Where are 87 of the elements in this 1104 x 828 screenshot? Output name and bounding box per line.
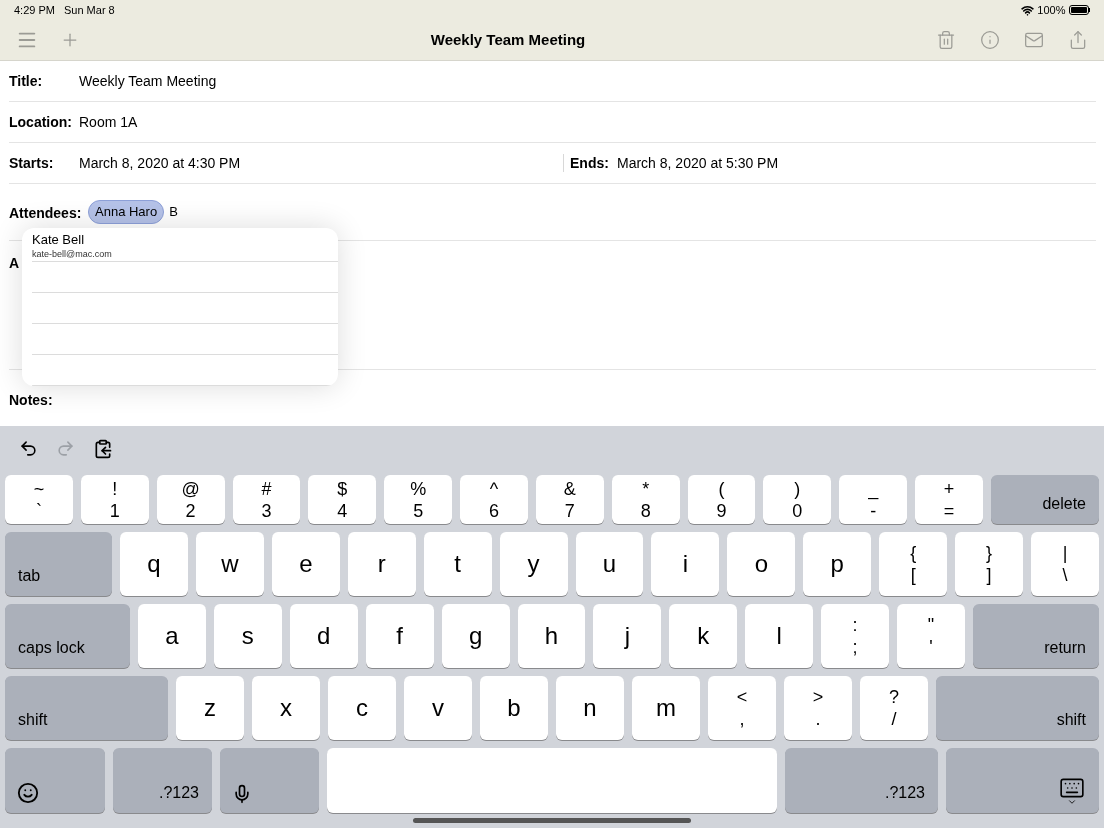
microphone-icon: [232, 784, 252, 804]
keyboard-key[interactable]: b: [480, 676, 548, 740]
smiley-icon: [17, 782, 39, 804]
keyboard-key[interactable]: ) 0: [763, 475, 832, 524]
keyboard-key[interactable]: d: [289, 604, 358, 668]
keyboard-key[interactable]: & 7: [535, 475, 604, 524]
keyboard-key[interactable]: < ,: [708, 676, 776, 740]
keyboard-key[interactable]: $ 4: [308, 475, 377, 524]
keyboard-key[interactable]: * 8: [611, 475, 680, 524]
keyboard-key[interactable]: caps lock: [5, 604, 130, 668]
keyboard-key[interactable]: + =: [915, 475, 983, 524]
keyboard-key[interactable]: m: [632, 676, 700, 740]
field-label: Location:: [9, 112, 73, 132]
field-label: Notes:: [9, 392, 53, 408]
keyboard-key[interactable]: # 3: [232, 475, 301, 524]
location-field[interactable]: Room 1A: [79, 111, 138, 133]
window-title: Weekly Team Meeting: [430, 29, 586, 50]
battery-percentage: 100%: [1037, 2, 1066, 18]
undo-icon[interactable]: [19, 439, 38, 458]
keyboard-key[interactable]: e: [271, 532, 340, 596]
field-label: Starts:: [9, 153, 55, 173]
battery-icon: [1068, 5, 1090, 15]
keyboard-key[interactable]: w: [195, 532, 264, 596]
keyboard-key[interactable]: } ]: [955, 532, 1024, 596]
attendee-input[interactable]: B: [169, 202, 178, 222]
keyboard-key[interactable]: r: [347, 532, 416, 596]
keyboard-key[interactable]: ? /: [860, 676, 928, 740]
keyboard-key[interactable]: .?123: [785, 748, 938, 813]
keyboard-key[interactable]: v: [404, 676, 472, 740]
keyboard-key[interactable]: n: [556, 676, 624, 740]
keyboard-key[interactable]: o: [727, 532, 796, 596]
keyboard-key[interactable]: shift: [5, 676, 168, 740]
hide-keyboard-key[interactable]: [946, 748, 1099, 813]
mail-icon[interactable]: [1024, 30, 1044, 50]
keyboard-key[interactable]: ~ `: [5, 475, 73, 524]
keyboard-key[interactable]: " ': [897, 604, 965, 668]
status-date: Sun Mar 8: [63, 2, 115, 18]
keyboard-key[interactable]: % 5: [384, 475, 453, 524]
keyboard-key[interactable]: l: [745, 604, 814, 668]
keyboard-key[interactable]: p: [803, 532, 872, 596]
field-label: Attendees:: [9, 204, 83, 223]
keyboard-key[interactable]: : ;: [821, 604, 890, 668]
keyboard-key[interactable]: t: [423, 532, 492, 596]
keyboard-key[interactable]: tab: [5, 532, 112, 596]
keyboard-key[interactable]: c: [328, 676, 396, 740]
keyboard-key[interactable]: ( 9: [687, 475, 756, 524]
wifi-icon: [1021, 3, 1035, 17]
keyboard-key[interactable]: > .: [784, 676, 852, 740]
dictation-key[interactable]: [220, 748, 319, 813]
keyboard-key[interactable]: y: [499, 532, 568, 596]
contact-suggestion[interactable]: Kate Bell kate-bell@mac.com: [32, 228, 338, 262]
keyboard-key[interactable]: s: [213, 604, 282, 668]
keyboard-key[interactable]: | \: [1031, 532, 1099, 596]
field-label: A: [9, 255, 20, 271]
keyboard-key[interactable]: k: [669, 604, 738, 668]
keyboard-key[interactable]: h: [517, 604, 586, 668]
field-label: Title:: [9, 71, 44, 91]
keyboard-key[interactable]: delete: [990, 475, 1099, 524]
end-date-field[interactable]: March 8, 2020 at 5:30 PM: [617, 152, 779, 174]
keyboard-key[interactable]: x: [252, 676, 320, 740]
keyboard-key[interactable]: a: [138, 604, 206, 668]
status-time: 4:29 PM: [14, 2, 55, 18]
keyboard-key[interactable]: f: [365, 604, 434, 668]
trash-icon[interactable]: [936, 30, 956, 50]
keyboard-key[interactable]: @ 2: [156, 475, 225, 524]
info-icon[interactable]: [980, 30, 1000, 50]
attendee-token[interactable]: Anna Haro: [88, 200, 165, 224]
keyboard-key[interactable]: return: [972, 604, 1099, 668]
keyboard-key[interactable]: .?123: [113, 748, 212, 813]
emoji-key[interactable]: [5, 748, 105, 813]
paste-icon[interactable]: [93, 438, 113, 459]
redo-icon[interactable]: [56, 439, 75, 458]
keyboard-key[interactable]: ^ 6: [460, 475, 528, 524]
keyboard-key[interactable]: q: [120, 532, 188, 596]
keyboard-key[interactable]: _ -: [839, 475, 908, 524]
keyboard-key[interactable]: { [: [879, 532, 948, 596]
keyboard-key[interactable]: z: [176, 676, 244, 740]
keyboard-key[interactable]: u: [575, 532, 644, 596]
share-icon[interactable]: [1068, 30, 1088, 50]
keyboard-key[interactable]: j: [593, 604, 662, 668]
start-date-field[interactable]: March 8, 2020 at 4:30 PM: [79, 152, 563, 174]
keyboard-key[interactable]: g: [441, 604, 510, 668]
field-label: Ends:: [570, 153, 610, 173]
keyboard-key[interactable]: shift: [936, 676, 1099, 740]
title-field[interactable]: Weekly Team Meeting: [79, 70, 217, 92]
keyboard-key[interactable]: i: [651, 532, 720, 596]
keyboard-key[interactable]: ! 1: [80, 475, 149, 524]
